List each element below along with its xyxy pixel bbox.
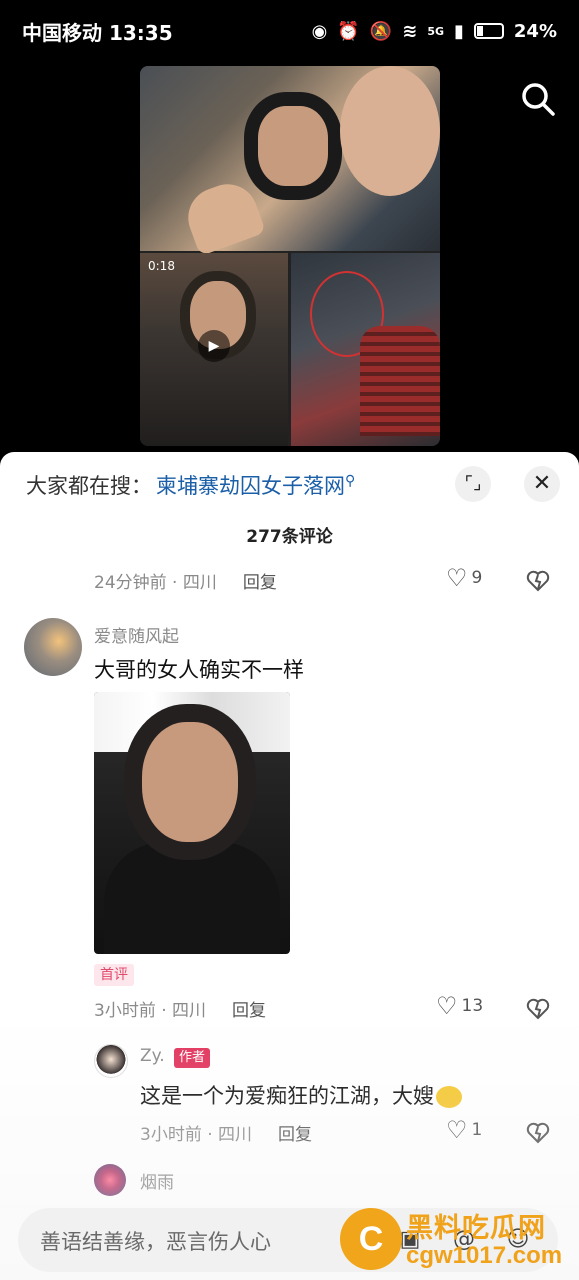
video-duration: 0:18 [148, 259, 175, 273]
carrier-time: 中国移动 13:35 [22, 20, 173, 45]
dislike-icon[interactable] [526, 997, 550, 1021]
prev-like-count: 9 [471, 568, 483, 588]
avatar[interactable] [24, 618, 82, 676]
reply-time-location: 3小时前 · 四川 [140, 1125, 253, 1145]
dislike-icon[interactable] [526, 1121, 550, 1145]
suggest-prefix: 大家都在搜： [26, 474, 152, 498]
close-button[interactable]: ✕ [524, 466, 560, 502]
network-label: 5G [427, 24, 444, 38]
prev-time-location: 24分钟前 · 四川 [94, 573, 217, 593]
battery-icon [473, 23, 504, 39]
reply-text-row: 这是一个为爱痴狂的江湖，大嫂 [140, 1080, 462, 1110]
status-bar: 中国移动 13:35 ◉ ⏰ 🔕 ≋ 5G ▮ 24% [0, 0, 579, 62]
search-small-icon: ⚲ [345, 473, 356, 489]
wifi-icon: ≋ [402, 20, 418, 42]
image-face [142, 722, 238, 842]
heart-icon: ♡ [446, 564, 468, 592]
battery-percent: 24% [513, 20, 557, 42]
comment-like-button[interactable]: ♡ 13 [436, 992, 483, 1020]
reply-meta: 3小时前 · 四川 回复 [140, 1120, 312, 1145]
prev-reply-button[interactable]: 回复 [243, 568, 277, 593]
comment-like-count: 13 [461, 996, 484, 1016]
watermark-text: 黑料吃瓜网 [406, 1213, 546, 1244]
comment-time-location: 3小时前 · 四川 [94, 1001, 207, 1021]
dislike-icon[interactable] [526, 569, 550, 593]
suggest-link[interactable]: 柬埔寨劫囚女子落网⚲ [156, 470, 355, 500]
eye-icon: ◉ [311, 20, 328, 42]
comment-sheet: 大家都在搜： 柬埔寨劫囚女子落网⚲ ⌜⌟ ✕ 277条评论 24分钟前 · 四川… [0, 452, 579, 1280]
collage-face [258, 106, 328, 186]
suggest-query: 柬埔寨劫囚女子落网 [156, 474, 345, 498]
emoji-icon [436, 1086, 462, 1108]
video-area[interactable]: 0:18 ▶ [0, 62, 579, 457]
input-placeholder: 善语结善缘，恶言伤人心 [40, 1230, 271, 1254]
watermark-url: cgw1017.com [406, 1242, 563, 1269]
reply-username[interactable]: Zy. [140, 1046, 165, 1066]
heart-icon: ♡ [436, 992, 458, 1020]
reply-avatar[interactable] [94, 1044, 128, 1078]
close-icon: ✕ [532, 471, 552, 496]
heart-icon: ♡ [446, 1116, 468, 1144]
image-body [104, 842, 280, 954]
prev-comment-meta: 24分钟前 · 四川 回复 [94, 568, 277, 593]
comment-text: 大哥的女人确实不一样 [94, 658, 304, 682]
comment-meta: 3小时前 · 四川 回复 [94, 996, 266, 1021]
next-username[interactable]: 烟雨 [140, 1168, 174, 1193]
collage-head [340, 66, 440, 196]
search-icon[interactable] [519, 80, 557, 118]
play-icon[interactable]: ▶ [198, 330, 230, 362]
collage-striped-shirt [360, 326, 440, 436]
reply-like-button[interactable]: ♡ 1 [446, 1116, 482, 1144]
watermark-logo: C [340, 1208, 402, 1270]
reply-text: 这是一个为爱痴狂的江湖，大嫂 [140, 1084, 434, 1108]
expand-button[interactable]: ⌜⌟ [455, 466, 491, 502]
comment-count: 277条评论 [246, 527, 333, 547]
comment-reply-button[interactable]: 回复 [232, 996, 266, 1021]
search-suggestion: 大家都在搜： 柬埔寨劫囚女子落网⚲ [26, 470, 355, 500]
comment-image[interactable] [94, 692, 290, 954]
signal-icon: ▮ [454, 20, 464, 42]
alarm-icon: ⏰ [337, 20, 360, 42]
reply-reply-button[interactable]: 回复 [278, 1120, 312, 1145]
author-badge: 作者 [174, 1048, 211, 1068]
photo-collage[interactable]: 0:18 ▶ [140, 66, 440, 446]
expand-icon: ⌜⌟ [464, 473, 482, 494]
status-icons: ◉ ⏰ 🔕 ≋ 5G ▮ 24% [312, 21, 557, 42]
next-avatar[interactable] [94, 1164, 126, 1196]
watermark: C 黑料吃瓜网 cgw1017.com [340, 1200, 575, 1280]
reply-like-count: 1 [471, 1120, 483, 1140]
prev-like-button[interactable]: ♡ 9 [446, 564, 482, 592]
first-comment-badge: 首评 [94, 964, 134, 986]
comment-username[interactable]: 爱意随风起 [94, 622, 179, 647]
mute-bell-icon: 🔕 [369, 20, 393, 42]
